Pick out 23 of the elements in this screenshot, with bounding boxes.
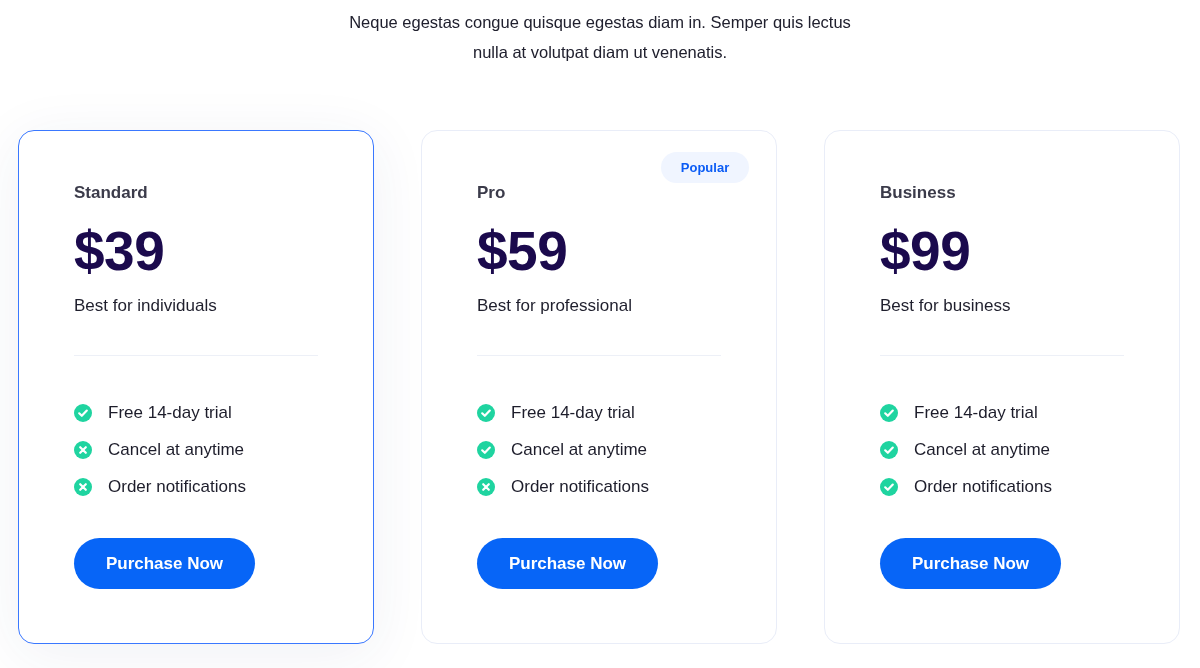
plan-name: Pro	[477, 182, 507, 204]
purchase-button[interactable]: Purchase Now	[74, 538, 255, 589]
feature-label: Free 14-day trial	[914, 403, 1038, 423]
purchase-button[interactable]: Purchase Now	[880, 538, 1061, 589]
feature-label: Order notifications	[108, 477, 246, 497]
feature-label: Free 14-day trial	[108, 403, 232, 423]
feature-label: Order notifications	[914, 477, 1052, 497]
feature-label: Free 14-day trial	[511, 403, 635, 423]
purchase-button[interactable]: Purchase Now	[477, 538, 658, 589]
intro-paragraph: Neque egestas congue quisque egestas diam in. Semper quis lectus nulla at volutpat diam ut venenatis.	[348, 12, 852, 63]
feature-label: Cancel at anytime	[914, 440, 1051, 460]
feature-label: Order notifications	[511, 477, 649, 497]
plan-name: Standard	[74, 182, 149, 204]
plan-name: Business	[880, 182, 957, 204]
plan-tagline: Best for individuals	[74, 295, 218, 317]
popular-badge: Popular	[661, 152, 749, 183]
plan-price: $39	[74, 224, 166, 279]
feature-label: Cancel at anytime	[108, 440, 245, 460]
plan-tagline: Best for business	[880, 295, 1012, 317]
feature-label: Cancel at anytime	[511, 440, 648, 460]
plan-tagline: Best for professional	[477, 295, 633, 317]
plan-price: $59	[477, 224, 569, 279]
plan-price: $99	[880, 224, 972, 279]
